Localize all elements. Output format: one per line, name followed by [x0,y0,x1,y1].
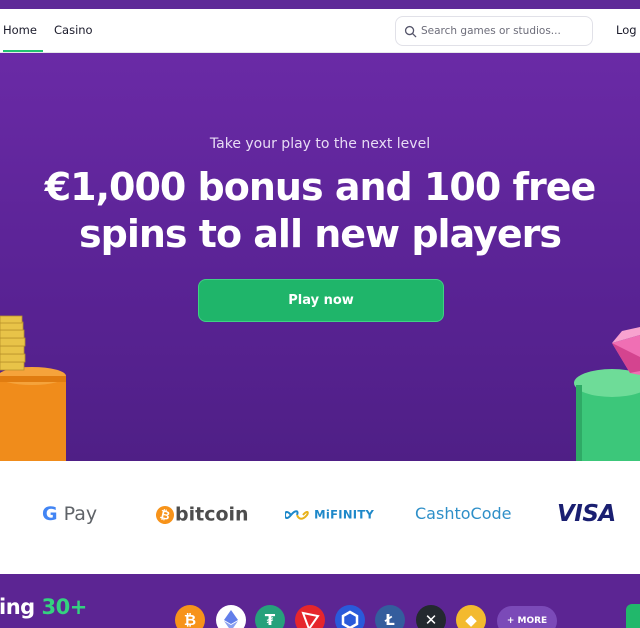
payment-methods-strip: G Pay ₿ bitcoin MiFINITY CashtoCode VISA [0,461,640,574]
top-accent-strip [0,0,640,9]
bitcoin-logo: ₿ bitcoin [154,499,249,529]
nav-home[interactable]: Home [3,9,43,52]
nav-home-label: Home [3,23,37,37]
infinity-icon [283,509,309,520]
site-header: Home Casino Log i [0,9,640,53]
tron-icon [295,605,325,628]
search-box[interactable] [395,16,593,46]
tether-icon: ₮ [255,605,285,628]
crypto-band-text: ing [0,595,42,619]
hero-banner: Take your play to the next level €1,000 … [0,53,640,461]
crypto-band: ing 30+ ₿ ₮ Ł ✕ ◆ + MORE [0,574,640,628]
search-icon [404,25,417,38]
more-cryptos-button[interactable]: + MORE [497,606,557,628]
bnb-icon: ◆ [456,605,486,628]
mifinity-logo: MiFINITY [283,499,375,529]
litecoin-icon: Ł [375,605,405,628]
hero-title: €1,000 bonus and 100 free spins to all n… [44,165,597,256]
cashtocode-logo: CashtoCode [415,504,512,523]
coin-stack-decoration [0,315,66,461]
hero-subtitle: Take your play to the next level [209,136,431,152]
google-pay-g: G [42,503,58,525]
play-now-button[interactable]: Play now [198,279,444,322]
nav-casino[interactable]: Casino [54,9,93,52]
bitcoin-icon: ₿ [175,605,205,628]
xrp-icon: ✕ [416,605,446,628]
login-link[interactable]: Log i [616,9,640,52]
band-cta-button[interactable] [626,604,640,628]
visa-logo: VISA [557,501,616,527]
bitcoin-label: bitcoin [175,503,249,526]
google-pay-logo: G Pay [42,499,97,529]
bitcoin-coin-icon: ₿ [154,503,176,526]
search-input[interactable] [421,18,586,44]
login-label: Log i [616,23,640,37]
crypto-band-heading: ing 30+ [0,595,87,619]
ethereum-icon [216,605,246,628]
mifinity-label: MiFINITY [314,507,375,522]
nav-casino-label: Casino [54,23,93,37]
gem-decoration [574,327,640,461]
chainlink-icon [335,605,365,628]
active-tab-indicator [3,50,43,52]
google-pay-label: Pay [63,503,98,525]
crypto-band-count: 30+ [41,595,88,619]
